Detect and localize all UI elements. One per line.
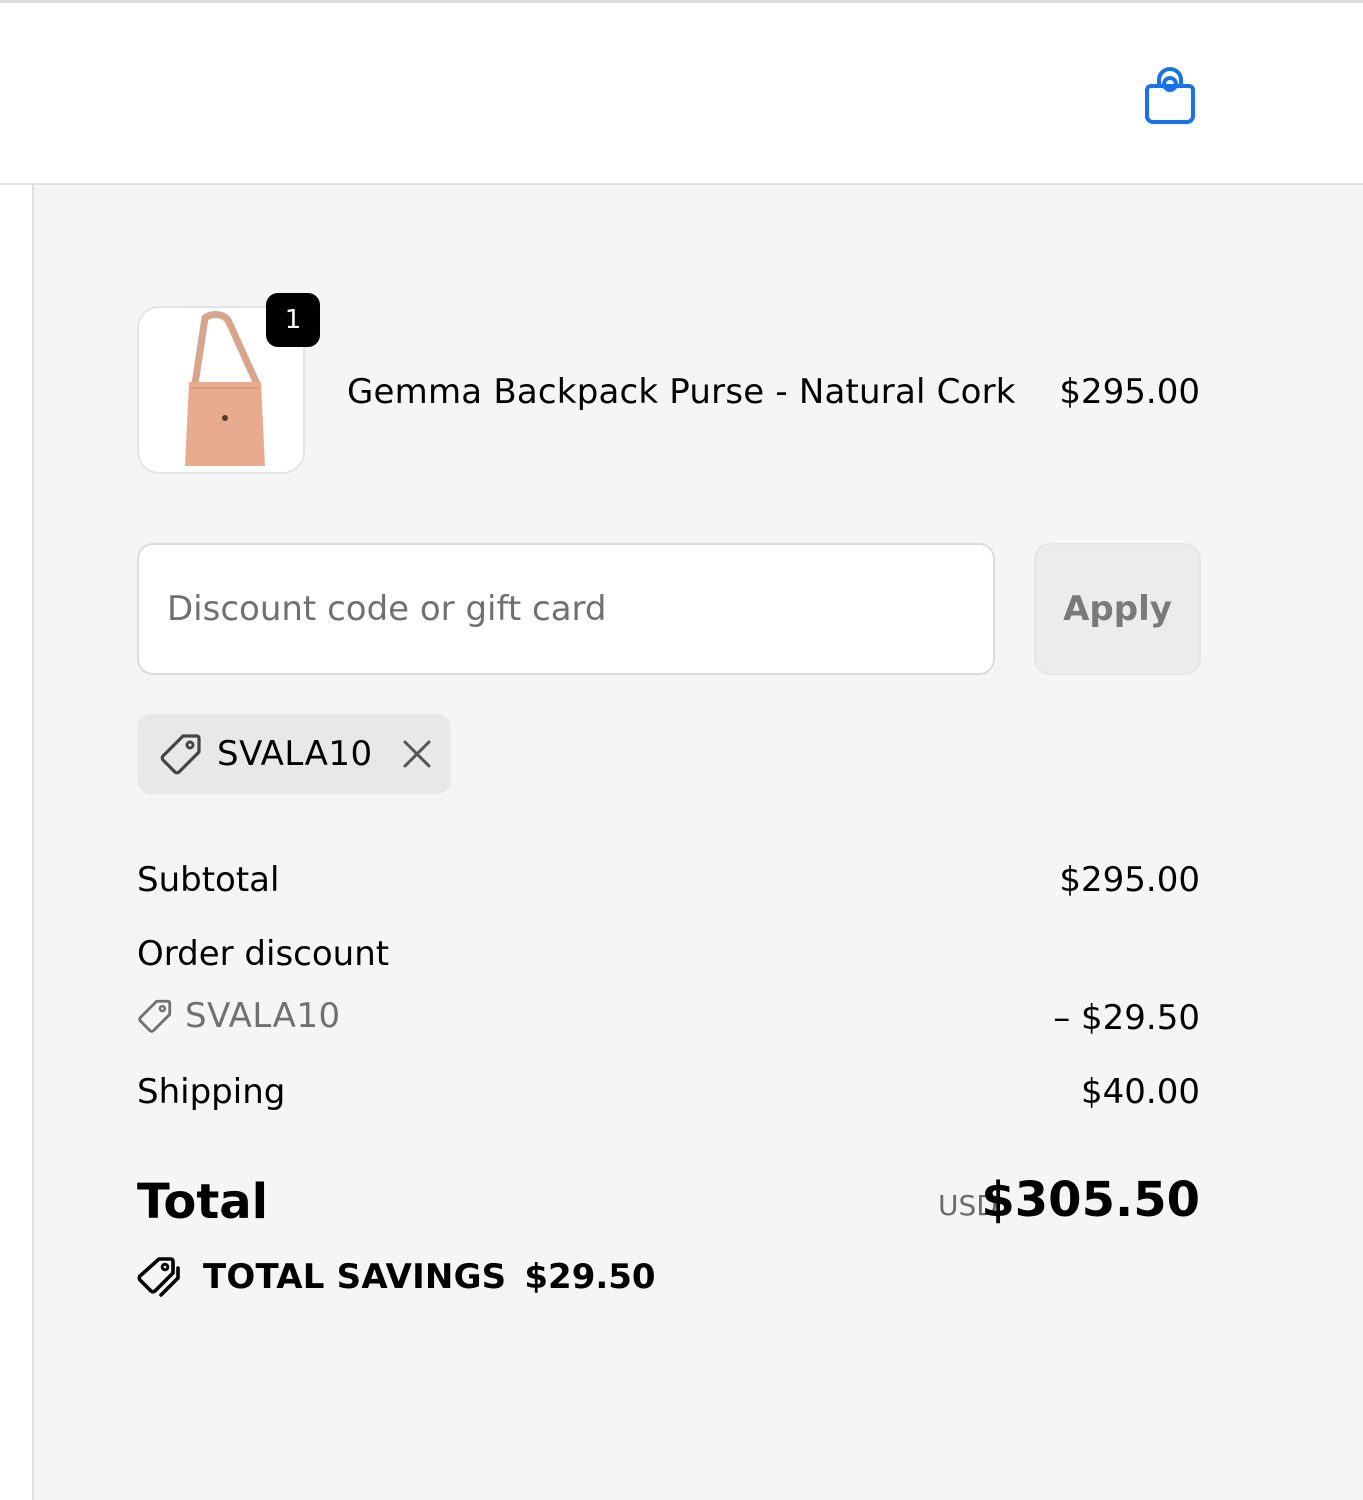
applied-discount-chip: SVALA10 <box>137 714 451 794</box>
close-icon <box>403 740 431 768</box>
applied-discount-code: SVALA10 <box>217 734 373 774</box>
order-discount-code: SVALA10 <box>185 996 341 1036</box>
product-name: Gemma Backpack Purse - Natural Cork <box>347 372 1016 412</box>
cart-button[interactable] <box>1140 61 1200 127</box>
order-discount-label: Order discount <box>137 934 390 974</box>
total-savings-amount: $29.50 <box>524 1257 656 1297</box>
shipping-value: $40.00 <box>1081 1072 1200 1112</box>
remove-discount-button[interactable] <box>399 736 435 772</box>
quantity-badge: 1 <box>266 293 320 347</box>
subtotal-label: Subtotal <box>137 860 280 900</box>
total-amount: $305.50 <box>981 1172 1200 1228</box>
order-discount-code-row: SVALA10 <box>137 996 341 1036</box>
total-savings-row: TOTAL SAVINGS $29.50 <box>137 1256 656 1298</box>
savings-tag-icon <box>137 1257 180 1297</box>
product-price: $295.00 <box>1059 372 1200 412</box>
discount-code-input[interactable] <box>137 543 995 675</box>
apply-button[interactable]: Apply <box>1034 543 1201 675</box>
shopping-bag-icon <box>1145 67 1195 124</box>
order-discount-value: – $29.50 <box>1053 998 1200 1038</box>
main-column-edge <box>0 185 34 1500</box>
total-label: Total <box>137 1174 269 1230</box>
subtotal-value: $295.00 <box>1059 860 1200 900</box>
shipping-label: Shipping <box>137 1072 286 1112</box>
checkout-header <box>0 3 1363 185</box>
tag-icon <box>160 734 201 775</box>
tag-icon <box>138 999 172 1033</box>
total-savings-label: TOTAL SAVINGS <box>203 1257 507 1297</box>
